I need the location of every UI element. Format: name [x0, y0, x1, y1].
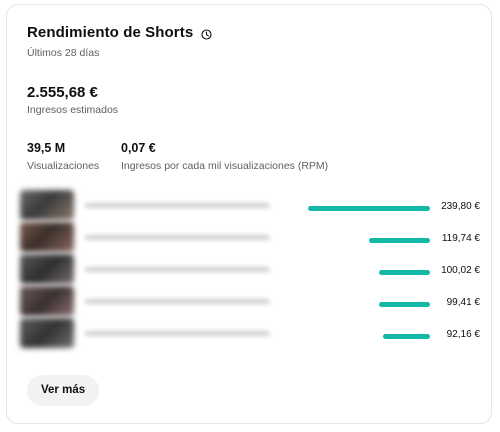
list-item[interactable]: 99,41 €	[20, 284, 480, 316]
video-title-redacted[interactable]	[85, 267, 270, 272]
video-title-redacted[interactable]	[85, 331, 270, 336]
top-shorts-list: 239,80 € 119,74 € 100,02 € 99,41 € 92,16…	[20, 188, 480, 348]
estimated-revenue-label: Ingresos estimados	[27, 104, 119, 116]
rpm-value: 0,07 €	[121, 141, 156, 155]
video-thumbnail[interactable]	[20, 254, 74, 284]
revenue-value: 92,16 €	[446, 329, 480, 340]
clock-icon[interactable]	[201, 27, 212, 40]
shorts-performance-card: Rendimiento de Shorts Últimos 28 días 2.…	[6, 4, 492, 424]
video-thumbnail[interactable]	[20, 190, 74, 220]
revenue-value: 100,02 €	[441, 265, 480, 276]
rpm-metric: 0,07 € Ingresos por cada mil visualizaci…	[121, 141, 328, 172]
list-item[interactable]: 100,02 €	[20, 252, 480, 284]
see-more-button[interactable]: Ver más	[27, 375, 100, 406]
views-metric: 39,5 M Visualizaciones	[27, 141, 99, 172]
list-item[interactable]: 119,74 €	[20, 220, 480, 252]
video-thumbnail[interactable]	[20, 286, 74, 316]
video-thumbnail[interactable]	[20, 318, 74, 348]
video-title-redacted[interactable]	[85, 203, 270, 208]
revenue-bar	[308, 206, 430, 211]
card-title: Rendimiento de Shorts	[27, 24, 194, 41]
video-thumbnail[interactable]	[20, 222, 74, 252]
revenue-value: 119,74 €	[441, 233, 480, 244]
date-range-label: Últimos 28 días	[27, 47, 100, 59]
video-title-redacted[interactable]	[85, 235, 270, 240]
views-label: Visualizaciones	[27, 160, 100, 172]
list-item[interactable]: 239,80 €	[20, 188, 480, 220]
card-header: Rendimiento de Shorts	[27, 24, 212, 41]
views-value: 39,5 M	[27, 141, 66, 155]
estimated-revenue-value: 2.555,68 €	[27, 84, 98, 101]
revenue-value: 239,80 €	[441, 201, 480, 212]
rpm-label: Ingresos por cada mil visualizaciones (R…	[121, 160, 329, 172]
list-item[interactable]: 92,16 €	[20, 316, 480, 348]
revenue-value: 99,41 €	[446, 297, 480, 308]
video-title-redacted[interactable]	[85, 299, 270, 304]
